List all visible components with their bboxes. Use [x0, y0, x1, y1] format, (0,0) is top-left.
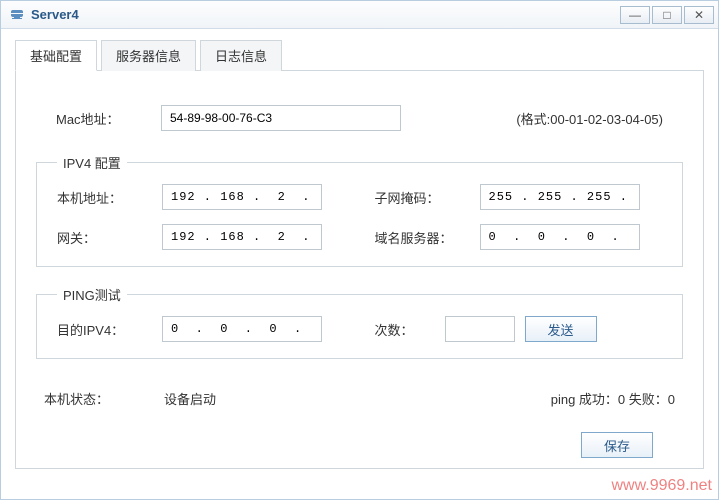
window-controls: — □ ✕: [620, 6, 714, 24]
save-button[interactable]: 保存: [581, 432, 653, 458]
minimize-button[interactable]: —: [620, 6, 650, 24]
send-button[interactable]: 发送: [525, 316, 597, 342]
ping-fieldset: PING测试 目的IPV4： 次数： 发送: [36, 285, 683, 359]
titlebar: Server4 — □ ✕: [1, 1, 718, 29]
dns-cell: 域名服务器：: [375, 224, 663, 250]
save-row: 保存: [36, 432, 683, 458]
titlebar-left: Server4: [9, 7, 79, 23]
mac-label: Mac地址：: [56, 109, 151, 128]
local-ip-label: 本机地址：: [57, 188, 152, 207]
dns-label: 域名服务器：: [375, 228, 470, 247]
status-value: 设备启动: [164, 389, 216, 408]
app-window: Server4 — □ ✕ 基础配置 服务器信息 日志信息 Mac地址： (格式…: [0, 0, 719, 500]
ping-count-label: 次数：: [375, 320, 435, 339]
ping-count-input[interactable]: [445, 316, 515, 342]
tab-log-info[interactable]: 日志信息: [200, 40, 282, 71]
tab-server-info[interactable]: 服务器信息: [101, 40, 196, 71]
tab-bar: 基础配置 服务器信息 日志信息: [15, 39, 704, 71]
ping-target-cell: 目的IPV4：: [57, 316, 345, 342]
gateway-input[interactable]: [162, 224, 322, 250]
ping-stat: ping 成功：0 失败：0: [551, 389, 675, 408]
status-label: 本机状态：: [44, 389, 164, 408]
close-button[interactable]: ✕: [684, 6, 714, 24]
subnet-mask-cell: 子网掩码：: [375, 184, 663, 210]
dns-input[interactable]: [480, 224, 640, 250]
gateway-label: 网关：: [57, 228, 152, 247]
local-ip-cell: 本机地址：: [57, 184, 345, 210]
mac-input[interactable]: [161, 105, 401, 131]
local-ip-input[interactable]: [162, 184, 322, 210]
ping-target-input[interactable]: [162, 316, 322, 342]
ping-target-label: 目的IPV4：: [57, 320, 152, 339]
ping-grid: 目的IPV4： 次数： 发送: [57, 316, 662, 342]
status-row: 本机状态： 设备启动 ping 成功：0 失败：0: [36, 389, 683, 408]
ipv4-legend: IPV4 配置: [57, 153, 127, 172]
config-panel: Mac地址： (格式:00-01-02-03-04-05) IPV4 配置 本机…: [15, 71, 704, 469]
subnet-mask-input[interactable]: [480, 184, 640, 210]
gateway-cell: 网关：: [57, 224, 345, 250]
maximize-button[interactable]: □: [652, 6, 682, 24]
ipv4-grid: 本机地址： 子网掩码： 网关： 域名服务器：: [57, 184, 662, 250]
mac-row: Mac地址： (格式:00-01-02-03-04-05): [36, 97, 683, 135]
ping-count-cell: 次数： 发送: [375, 316, 663, 342]
ipv4-fieldset: IPV4 配置 本机地址： 子网掩码： 网关： 域名服: [36, 153, 683, 267]
mac-format-hint: (格式:00-01-02-03-04-05): [516, 109, 663, 128]
content-area: 基础配置 服务器信息 日志信息 Mac地址： (格式:00-01-02-03-0…: [1, 29, 718, 469]
window-title: Server4: [31, 7, 79, 22]
subnet-mask-label: 子网掩码：: [375, 188, 470, 207]
app-icon: [9, 7, 25, 23]
watermark: www.9969.net: [611, 477, 712, 495]
ping-legend: PING测试: [57, 285, 127, 304]
tab-basic-config[interactable]: 基础配置: [15, 40, 97, 71]
